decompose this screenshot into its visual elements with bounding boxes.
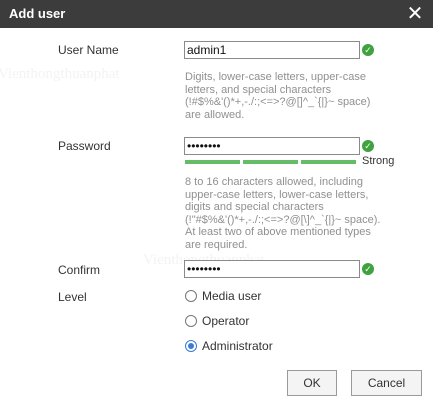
check-circle-icon: ✓ [362,263,374,275]
level-option-label: Administrator [202,339,273,353]
close-icon[interactable]: ✕ [405,3,425,25]
password-input[interactable] [184,137,360,155]
strength-bar-segment [301,160,356,164]
password-hint: 8 to 16 characters allowed, including up… [185,176,381,251]
password-strength-label: Strong [362,155,395,167]
strength-bar-segment [185,160,240,164]
level-label: Level [58,290,87,304]
level-option-label: Operator [202,314,250,328]
radio-button[interactable] [185,290,197,302]
check-circle-icon: ✓ [362,44,374,56]
dialog-title: Add user [9,6,66,21]
radio-button[interactable] [185,315,197,327]
username-label: User Name [58,43,119,57]
cancel-button[interactable]: Cancel [351,370,422,396]
check-circle-icon: ✓ [362,140,374,152]
ok-button[interactable]: OK [287,370,337,396]
watermark: Vienthongthuanphat [0,66,120,82]
username-hint: Digits, lower-case letters, upper-case l… [185,71,371,121]
confirm-label: Confirm [58,263,101,277]
radio-button-selected[interactable] [185,340,197,352]
username-input[interactable] [184,41,360,59]
confirm-password-input[interactable] [184,260,360,278]
password-label: Password [58,139,111,153]
strength-bar-segment [243,160,298,164]
level-option-label: Media user [202,289,262,303]
dialog-titlebar: Add user ✕ [0,0,433,28]
